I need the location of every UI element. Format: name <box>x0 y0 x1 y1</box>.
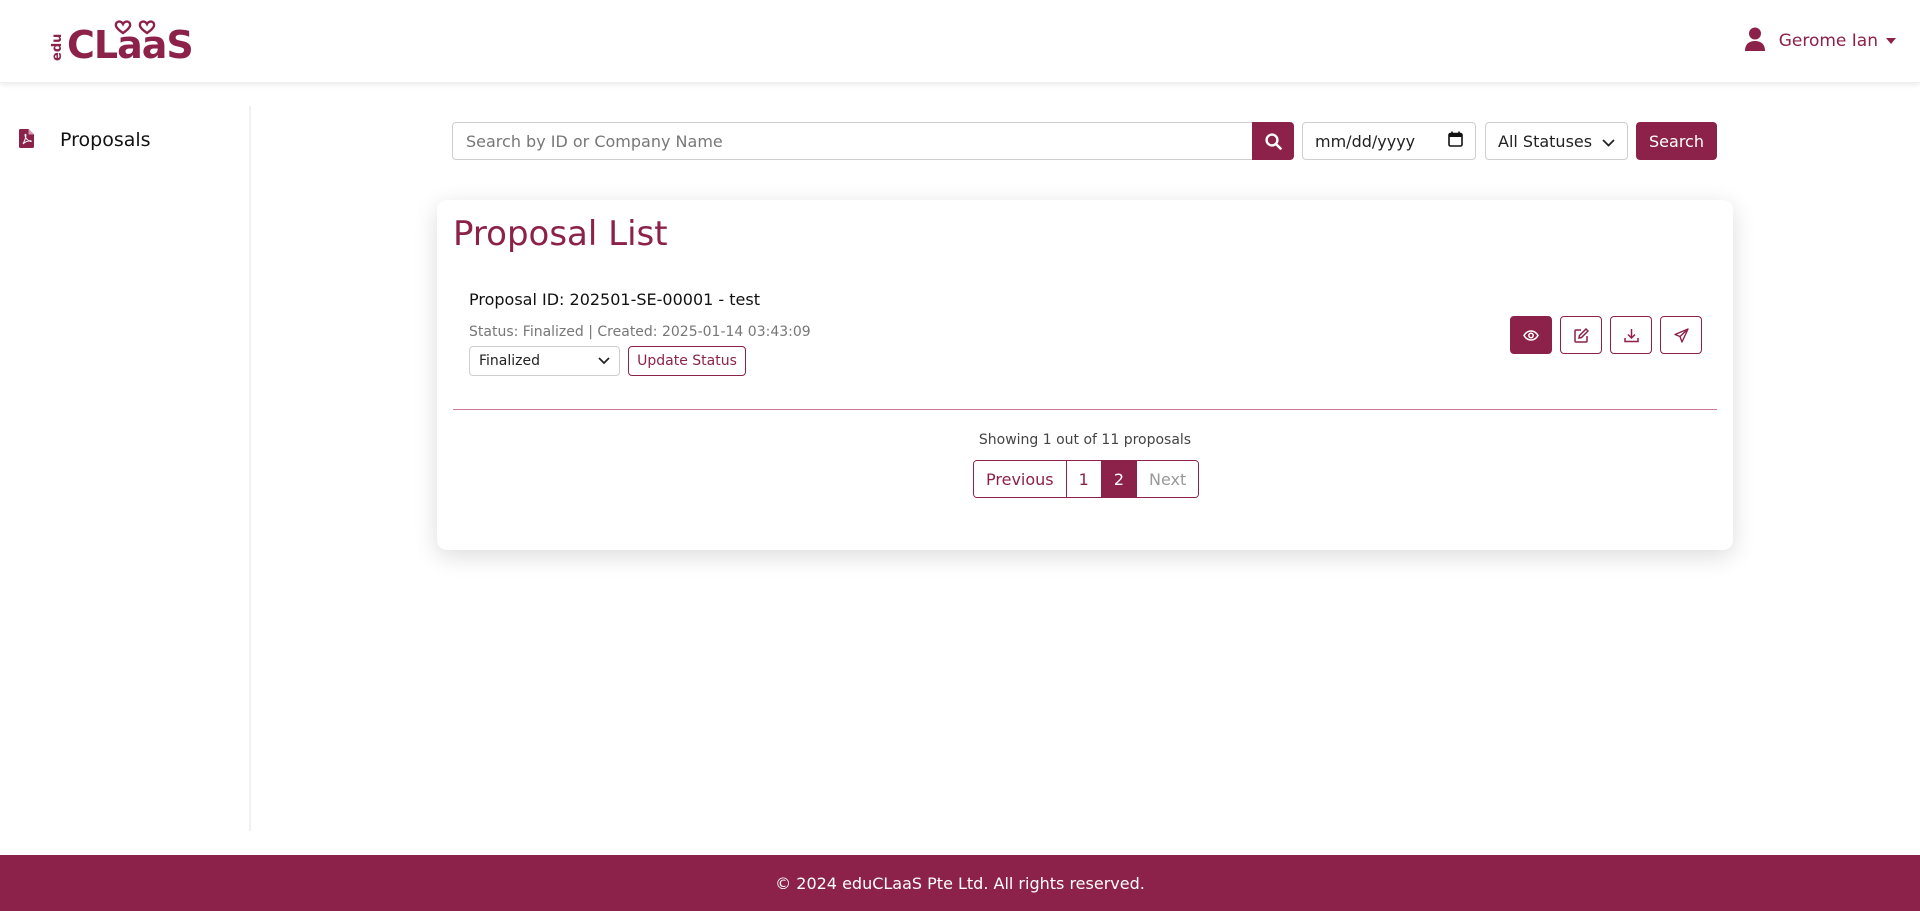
proposal-status-select[interactable]: Finalized <box>469 346 620 376</box>
chevron-down-icon <box>598 353 610 369</box>
footer-copyright: © 2024 eduCLaaS Pte Ltd. All rights rese… <box>775 873 1145 893</box>
educlaas-logo[interactable]: edu CLaaS <box>51 18 199 64</box>
download-icon <box>1623 328 1639 342</box>
page-title: Proposal List <box>453 214 668 254</box>
search-group <box>452 122 1294 160</box>
view-button[interactable] <box>1510 316 1552 354</box>
date-placeholder: mm/dd/yyyy <box>1315 131 1416 151</box>
download-button[interactable] <box>1610 316 1652 354</box>
top-navbar: edu CLaaS Gerome Ian <box>0 0 1920 83</box>
user-icon <box>1744 27 1765 56</box>
send-button[interactable] <box>1660 316 1702 354</box>
sidebar-item-label: Proposals <box>60 129 151 151</box>
edit-button[interactable] <box>1560 316 1602 354</box>
proposal-list-card: Proposal List Proposal ID: 202501-SE-000… <box>437 200 1733 550</box>
date-filter-input[interactable]: mm/dd/yyyy <box>1302 122 1476 160</box>
status-filter-value: All Statuses <box>1498 131 1593 151</box>
proposal-actions <box>1510 316 1702 354</box>
file-pdf-icon <box>19 128 34 152</box>
user-name: Gerome Ian <box>1778 31 1878 51</box>
logo-icon: edu CLaaS <box>51 20 194 64</box>
sidebar: Proposals <box>0 106 251 831</box>
send-icon <box>1673 327 1689 343</box>
status-filter-select[interactable]: All Statuses <box>1485 122 1628 160</box>
search-icon <box>1264 132 1282 150</box>
proposal-status-value: Finalized <box>479 353 541 369</box>
user-dropdown[interactable]: Gerome Ian <box>1744 24 1896 58</box>
svg-text:CLaaS: CLaaS <box>67 23 193 64</box>
calendar-icon[interactable] <box>1448 131 1463 151</box>
pagination-page-2[interactable]: 2 <box>1101 461 1137 497</box>
pagination-next: Next <box>1137 461 1199 497</box>
search-icon-button[interactable] <box>1252 122 1294 160</box>
proposal-meta: Status: Finalized | Created: 2025-01-14 … <box>469 324 811 340</box>
sidebar-item-proposals[interactable]: Proposals <box>0 120 248 160</box>
search-button[interactable]: Search <box>1636 122 1717 160</box>
pagination-page-1[interactable]: 1 <box>1066 461 1102 497</box>
proposal-id: Proposal ID: 202501-SE-00001 - test <box>469 290 760 309</box>
chevron-down-icon <box>1602 132 1615 151</box>
update-status-button[interactable]: Update Status <box>628 346 746 376</box>
pagination-previous[interactable]: Previous <box>974 461 1067 497</box>
results-count: Showing 1 out of 11 proposals <box>978 432 1192 448</box>
search-input[interactable] <box>452 122 1252 160</box>
caret-down-icon <box>1886 38 1896 44</box>
view-icon <box>1523 329 1539 341</box>
edit-icon <box>1573 327 1589 343</box>
footer: © 2024 eduCLaaS Pte Ltd. All rights rese… <box>0 855 1920 911</box>
svg-text:edu: edu <box>51 34 65 61</box>
pagination: Previous 1 2 Next <box>973 460 1200 498</box>
divider <box>453 409 1717 410</box>
